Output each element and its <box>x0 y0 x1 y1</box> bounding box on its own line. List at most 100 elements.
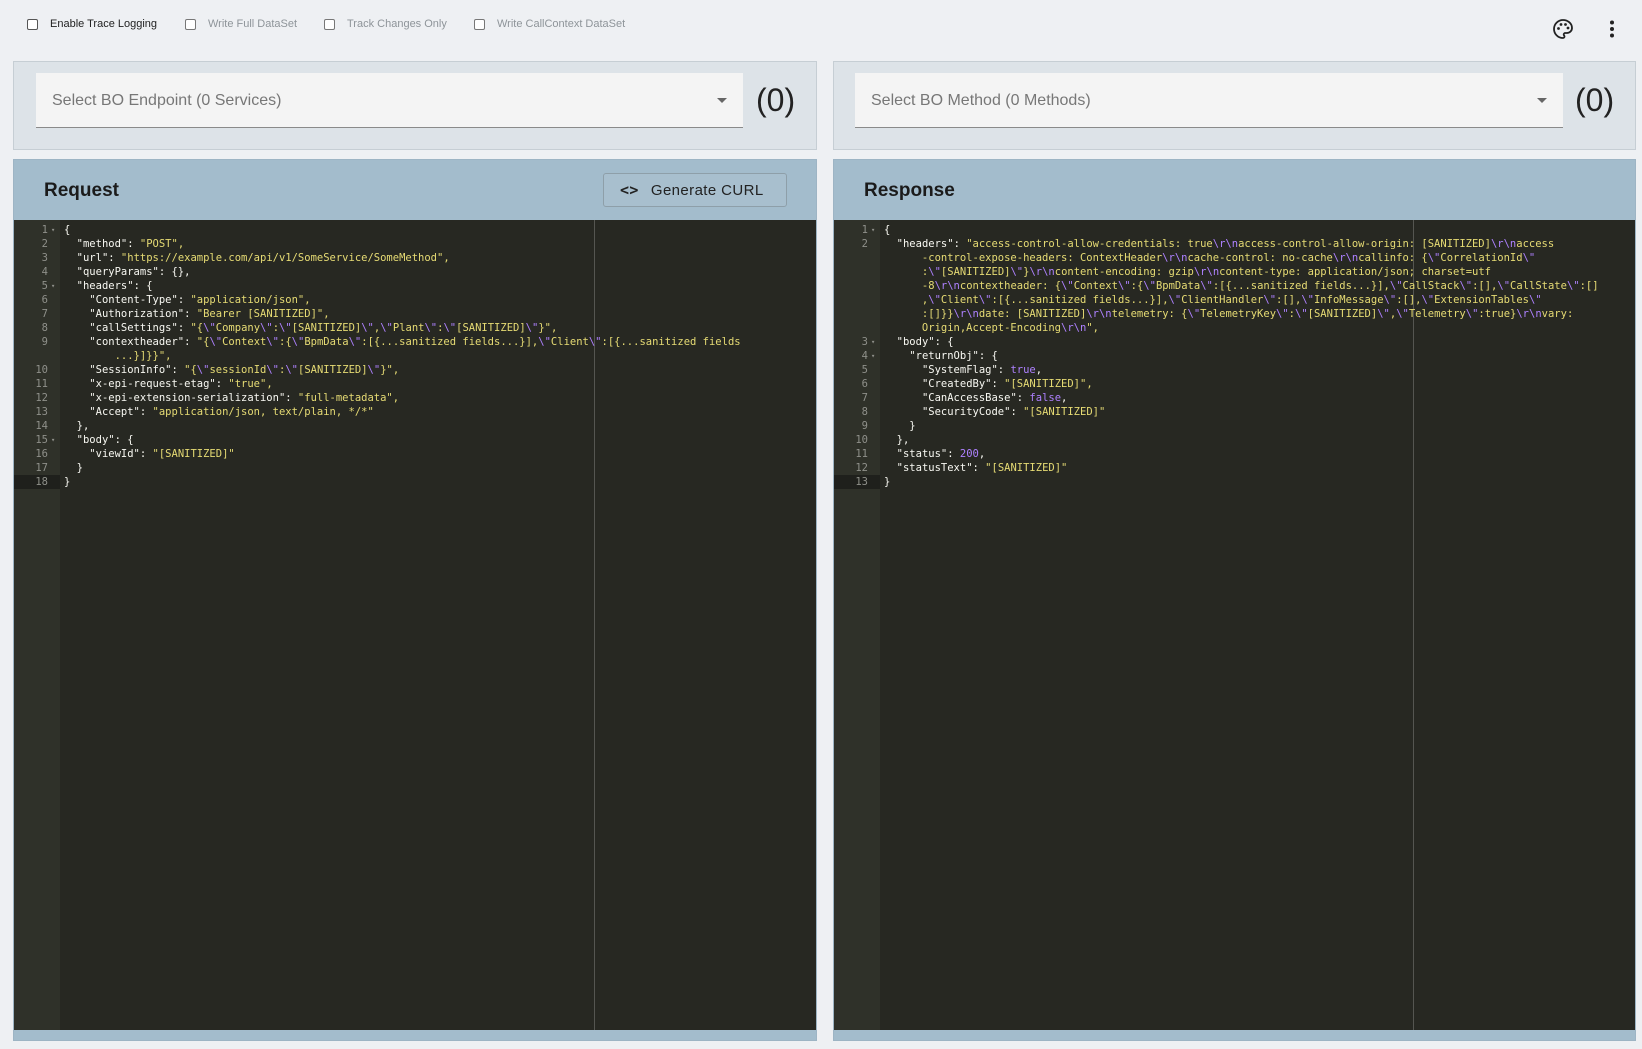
line-number: 15 <box>35 434 48 446</box>
line-number: 12 <box>855 462 868 474</box>
request-panel: Request <> Generate CURL 1 ▾{2 "method": … <box>13 159 817 1041</box>
response-title: Response <box>864 180 955 201</box>
endpoint-placeholder: Select BO Endpoint (0 Services) <box>52 92 282 109</box>
request-header: Request <> Generate CURL <box>14 160 816 220</box>
option-label: Write Full DataSet <box>208 18 298 30</box>
line-number: 10 <box>35 364 48 376</box>
code-line: "headers": { <box>76 280 153 292</box>
code-line: { <box>64 224 71 236</box>
line-number: 3 <box>41 252 48 264</box>
code-line: "body": { <box>76 434 134 446</box>
code-line: "callSettings": "{\"Company\":\"[SANITIZ… <box>89 322 558 334</box>
fold-toggle-icon[interactable]: ▾ <box>871 335 875 349</box>
bo-method-select[interactable]: Select BO Method (0 Methods) <box>855 73 1563 128</box>
code-line: }, <box>64 420 90 432</box>
palette-icon <box>1553 19 1573 39</box>
code-line: "queryParams": {}, <box>76 266 191 278</box>
trace-logging-checkbox[interactable] <box>27 18 38 30</box>
line-number: 4 <box>41 266 48 278</box>
code-line: "returnObj": { <box>909 350 998 362</box>
code-line: "CanAccessBase": false, <box>921 392 1068 404</box>
method-card: Select BO Method (0 Methods) (0) <box>833 61 1636 150</box>
response-code-editor[interactable]: 1 ▾{2 "headers": "access-control-allow-cr… <box>834 220 1635 1030</box>
line-number: 9 <box>861 420 868 432</box>
line-number: 5 <box>861 364 868 376</box>
options-toolbar: Enable Trace Logging Write Full DataSet … <box>0 0 1642 52</box>
code-line: "body": { <box>896 336 954 348</box>
line-number: 6 <box>41 294 48 306</box>
code-line: "headers": "access-control-allow-credent… <box>896 238 1555 250</box>
code-line: } <box>884 476 891 488</box>
option-label: Track Changes Only <box>347 18 447 30</box>
code-line: :\"[SANITIZED]\"}\r\ncontent-encoding: g… <box>884 266 1491 278</box>
theme-button[interactable] <box>1550 16 1576 42</box>
code-line: "SessionInfo": "{\"sessionId\":\"[SANITI… <box>89 364 400 376</box>
line-number: 8 <box>41 322 48 334</box>
fold-toggle-icon[interactable]: ▾ <box>51 433 55 447</box>
option-track-changes-only[interactable]: Track Changes Only <box>324 18 447 30</box>
line-number: 16 <box>35 448 48 460</box>
line-number: 2 <box>861 238 868 250</box>
code-line: "SecurityCode": "[SANITIZED]" <box>921 406 1106 418</box>
code-line: Origin,Accept-Encoding\r\n", <box>884 322 1099 334</box>
code-line: "SystemFlag": true, <box>921 364 1043 376</box>
line-number: 11 <box>35 378 48 390</box>
option-write-full-dataset[interactable]: Write Full DataSet <box>185 18 297 30</box>
line-number: 10 <box>855 434 868 446</box>
request-code-editor[interactable]: 1 ▾{2 "method": "POST", 3 "url": "https://… <box>14 220 816 1030</box>
chevron-down-icon <box>1537 98 1547 103</box>
chevron-down-icon <box>717 98 727 103</box>
code-icon: <> <box>620 181 639 199</box>
code-line: ...}]}}", <box>64 350 172 362</box>
line-number: 3 <box>861 336 868 348</box>
code-line: -8\r\ncontextheader: {\"Context\":{\"Bpm… <box>884 280 1599 292</box>
fold-toggle-icon[interactable]: ▾ <box>51 279 55 293</box>
code-line: "Accept": "application/json, text/plain,… <box>89 406 374 418</box>
option-enable-trace-logging[interactable]: Enable Trace Logging <box>27 18 157 30</box>
code-line: "method": "POST", <box>76 238 185 250</box>
line-number: 4 <box>861 350 868 362</box>
fold-toggle-icon[interactable]: ▾ <box>871 223 875 237</box>
line-number: 18 <box>35 476 48 488</box>
code-line: "x-epi-request-etag": "true", <box>89 378 273 390</box>
code-line: "status": 200, <box>896 448 986 460</box>
fold-toggle-icon[interactable]: ▾ <box>871 349 875 363</box>
code-line: "Content-Type": "application/json", <box>89 294 311 306</box>
line-number: 8 <box>861 406 868 418</box>
bo-endpoint-select[interactable]: Select BO Endpoint (0 Services) <box>36 73 743 128</box>
line-number: 14 <box>35 420 48 432</box>
line-number: 17 <box>35 462 48 474</box>
line-number: 5 <box>41 280 48 292</box>
line-number: 7 <box>41 308 48 320</box>
line-number: 7 <box>861 392 868 404</box>
endpoint-card: Select BO Endpoint (0 Services) (0) <box>13 61 817 150</box>
generate-curl-button[interactable]: <> Generate CURL <box>603 173 787 207</box>
write-callcontext-checkbox[interactable] <box>474 18 485 30</box>
write-full-dataset-checkbox[interactable] <box>185 18 196 30</box>
line-number: 12 <box>35 392 48 404</box>
code-line: ,\"Client\":[{...sanitized fields...}],\… <box>884 294 1542 306</box>
option-write-callcontext-dataset[interactable]: Write CallContext DataSet <box>474 18 625 30</box>
option-label: Enable Trace Logging <box>50 18 158 30</box>
line-number: 9 <box>41 336 48 348</box>
code-line: } <box>64 462 83 474</box>
generate-curl-label: Generate CURL <box>650 181 764 199</box>
response-footer <box>834 1030 1635 1040</box>
line-number: 11 <box>855 448 868 460</box>
response-panel: Response 1 ▾{2 "headers": "access-control… <box>833 159 1636 1041</box>
code-line: :[]}}\r\ndate: [SANITIZED]\r\ntelemetry:… <box>884 308 1574 320</box>
code-line: "CreatedBy": "[SANITIZED]", <box>921 378 1093 390</box>
code-line: } <box>64 476 71 488</box>
response-header: Response <box>834 160 1635 220</box>
track-changes-checkbox[interactable] <box>324 18 335 30</box>
code-line: { <box>884 224 891 236</box>
more-vert-icon <box>1610 20 1614 38</box>
code-line: "x-epi-extension-serialization": "full-m… <box>89 392 400 404</box>
code-line: "contextheader": "{\"Context\":{\"BpmDat… <box>89 336 741 348</box>
line-number: 1 <box>41 224 48 236</box>
endpoint-count: (0) <box>756 82 796 118</box>
fold-toggle-icon[interactable]: ▾ <box>51 223 55 237</box>
more-menu-button[interactable] <box>1599 16 1625 42</box>
request-footer <box>14 1030 816 1040</box>
code-line: "statusText": "[SANITIZED]" <box>896 462 1068 474</box>
